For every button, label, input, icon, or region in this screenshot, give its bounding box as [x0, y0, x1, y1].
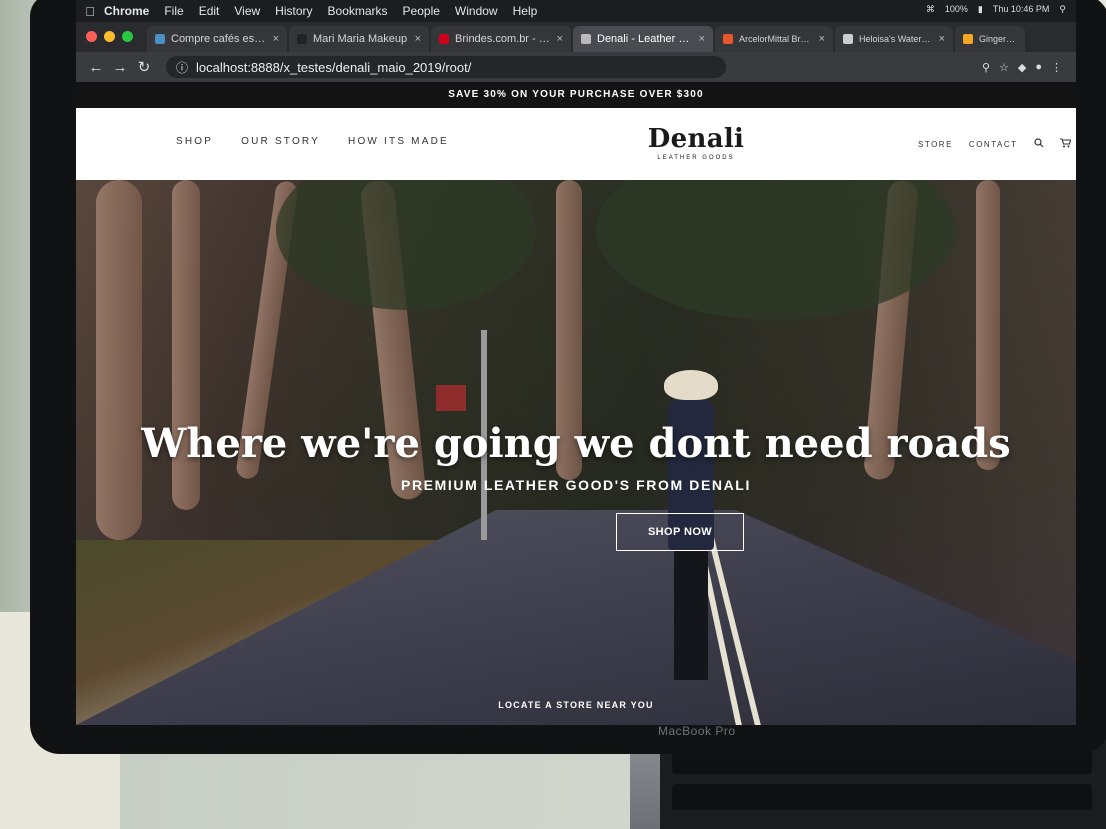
secondary-nav: STORE CONTACT: [918, 138, 1071, 150]
close-tab-icon[interactable]: ×: [415, 33, 421, 45]
tab-mari-maria[interactable]: Mari Maria Makeup ×: [289, 26, 429, 52]
menu-bar:  Chrome File Edit View History Bookmark…: [76, 0, 1076, 22]
site-info-icon[interactable]: ⓘ: [176, 59, 188, 76]
favicon-icon: [963, 34, 973, 44]
address-bar[interactable]: ⓘ localhost:8888/x_testes/denali_maio_20…: [166, 56, 726, 78]
tab-title: Heloisa's Watercolors: [859, 34, 933, 44]
site-header: SHOP OUR STORY HOW ITS MADE Denali LEATH…: [76, 108, 1076, 180]
nav-our-story[interactable]: OUR STORY: [241, 136, 320, 147]
menu-bookmarks[interactable]: Bookmarks: [328, 4, 388, 18]
bookmark-star-icon[interactable]: ☆: [999, 61, 1009, 74]
menu-app-name[interactable]: Chrome: [104, 4, 149, 18]
wifi-icon[interactable]: ⌘: [926, 4, 935, 15]
logo-tagline: LEATHER GOODS: [657, 155, 735, 161]
hat: [664, 370, 718, 400]
close-tab-icon[interactable]: ×: [557, 33, 563, 45]
profile-avatar[interactable]: ●: [1035, 61, 1042, 74]
tab-brindes[interactable]: Brindes.com.br - Os b ×: [431, 26, 571, 52]
close-tab-icon[interactable]: ×: [939, 33, 945, 45]
favicon-icon: [723, 34, 733, 44]
url-text[interactable]: localhost:8888/x_testes/denali_maio_2019…: [196, 60, 471, 75]
nav-how-its-made[interactable]: HOW ITS MADE: [348, 136, 449, 147]
close-tab-icon[interactable]: ×: [273, 33, 279, 45]
clock[interactable]: Thu 10:46 PM: [993, 4, 1050, 15]
close-window-button[interactable]: [86, 31, 97, 42]
tab-title: Denali - Leather Goods: [597, 33, 693, 45]
logo-name: Denali: [647, 124, 745, 154]
tab-ginger[interactable]: Ginger Strategic Rese: [955, 26, 1025, 52]
road-sign: [436, 385, 466, 411]
back-icon[interactable]: ←: [84, 59, 108, 76]
tab-strip: Compre cafés especiais × Mari Maria Make…: [76, 22, 1076, 52]
menu-history[interactable]: History: [275, 4, 312, 18]
zoom-window-button[interactable]: [122, 31, 133, 42]
nav-contact[interactable]: CONTACT: [969, 140, 1018, 149]
tab-compre-cafes[interactable]: Compre cafés especiais ×: [147, 26, 287, 52]
browser-toolbar: ← → ↻ ⓘ localhost:8888/x_testes/denali_m…: [76, 52, 1076, 82]
tab-title: Mari Maria Makeup: [313, 33, 408, 45]
menu-edit[interactable]: Edit: [199, 4, 220, 18]
forward-icon[interactable]: →: [108, 59, 132, 76]
menu-help[interactable]: Help: [513, 4, 538, 18]
web-page: SAVE 30% ON YOUR PURCHASE OVER $300 SHOP…: [76, 82, 1076, 725]
tab-denali[interactable]: Denali - Leather Goods ×: [573, 26, 713, 52]
menu-view[interactable]: View: [234, 4, 260, 18]
tab-title: Compre cafés especiais: [171, 33, 267, 45]
reload-icon[interactable]: ↻: [132, 58, 156, 76]
tree-canopy: [276, 180, 536, 310]
key-row: [672, 784, 1092, 810]
search-icon[interactable]: [1033, 138, 1044, 150]
tab-title: ArcelorMittal Brasil: [739, 34, 813, 44]
minimize-window-button[interactable]: [104, 31, 115, 42]
battery-icon[interactable]: ▮: [978, 4, 983, 15]
laptop: MacBook Pro  Chrome File Edit View Hist…: [30, 0, 1106, 829]
favicon-icon: [439, 34, 449, 44]
menu-kebab-icon[interactable]: ⋮: [1051, 61, 1062, 74]
hero-subheadline: PREMIUM LEATHER GOOD'S FROM DENALI: [401, 477, 751, 493]
shop-now-button[interactable]: SHOP NOW: [616, 513, 744, 551]
menu-people[interactable]: People: [403, 4, 440, 18]
promo-banner: SAVE 30% ON YOUR PURCHASE OVER $300: [76, 82, 1076, 108]
nav-shop[interactable]: SHOP: [176, 136, 213, 147]
zoom-icon[interactable]: ⚲: [982, 61, 990, 74]
tab-title: Ginger Strategic Rese: [979, 34, 1017, 44]
tab-title: Brindes.com.br - Os b: [455, 33, 551, 45]
screen:  Chrome File Edit View History Bookmark…: [76, 0, 1076, 725]
tab-arcelormittal[interactable]: ArcelorMittal Brasil ×: [715, 26, 833, 52]
cart-icon[interactable]: [1059, 138, 1071, 150]
site-logo[interactable]: Denali LEATHER GOODS: [636, 124, 756, 161]
person-legs: [674, 550, 708, 680]
menu-window[interactable]: Window: [455, 4, 498, 18]
menu-file[interactable]: File: [164, 4, 183, 18]
favicon-icon: [843, 34, 853, 44]
laptop-brand: MacBook Pro: [658, 724, 736, 738]
status-area: ⌘ 100% ▮ Thu 10:46 PM ⚲: [926, 4, 1066, 15]
close-tab-icon[interactable]: ×: [699, 33, 705, 45]
favicon-icon: [297, 34, 307, 44]
nav-store[interactable]: STORE: [918, 140, 953, 149]
favicon-icon: [581, 34, 591, 44]
close-tab-icon[interactable]: ×: [819, 33, 825, 45]
extension-icon[interactable]: ◆: [1018, 61, 1026, 74]
window-controls: [76, 31, 147, 52]
search-icon[interactable]: ⚲: [1059, 4, 1066, 15]
favicon-icon: [155, 34, 165, 44]
hero-banner: Where we're going we dont need roads PRE…: [76, 180, 1076, 725]
battery-level[interactable]: 100%: [945, 4, 968, 15]
tab-heloisa[interactable]: Heloisa's Watercolors ×: [835, 26, 953, 52]
locate-store-link[interactable]: LOCATE A STORE NEAR YOU: [76, 700, 1076, 710]
hero-headline: Where we're going we dont need roads: [141, 420, 1011, 467]
primary-nav: SHOP OUR STORY HOW ITS MADE: [176, 136, 449, 147]
apple-icon[interactable]: : [76, 4, 104, 19]
toolbar-icons: ⚲ ☆ ◆ ● ⋮: [982, 61, 1062, 74]
